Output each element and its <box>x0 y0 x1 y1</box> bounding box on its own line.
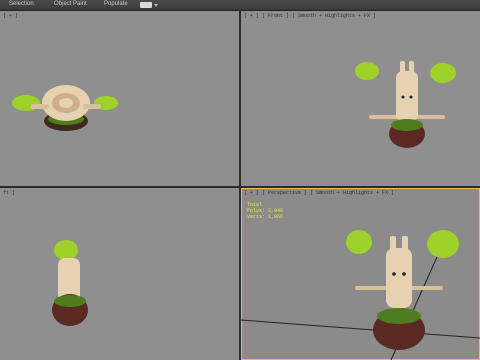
viewport-front[interactable]: [ + ] [ Front ] [ Smooth + Highlights + … <box>241 11 480 186</box>
menu-populate[interactable]: Populate <box>104 1 128 7</box>
panel-toggle-button[interactable] <box>140 2 158 8</box>
left-view-model <box>52 240 88 326</box>
viewport-divider-horizontal[interactable] <box>0 186 480 188</box>
perspective-view-model <box>241 230 480 360</box>
grid-axis-x <box>241 319 480 339</box>
top-view-model <box>12 85 118 131</box>
front-view-model <box>355 61 456 148</box>
viewport-perspective[interactable]: [ + ] [ Perspective ] [ Smooth + Highlig… <box>241 188 480 360</box>
menu-selection[interactable]: Selection <box>9 1 34 7</box>
viewport-grid: [ + ] [ + ] [ Front ] [ Smooth + Highlig… <box>0 11 480 360</box>
menubar: Selection Object Paint Populate <box>0 0 480 11</box>
menu-object-paint[interactable]: Object Paint <box>54 1 87 7</box>
viewport-top[interactable]: [ + ] <box>0 11 239 186</box>
viewport-left[interactable]: ft ] <box>0 188 239 360</box>
